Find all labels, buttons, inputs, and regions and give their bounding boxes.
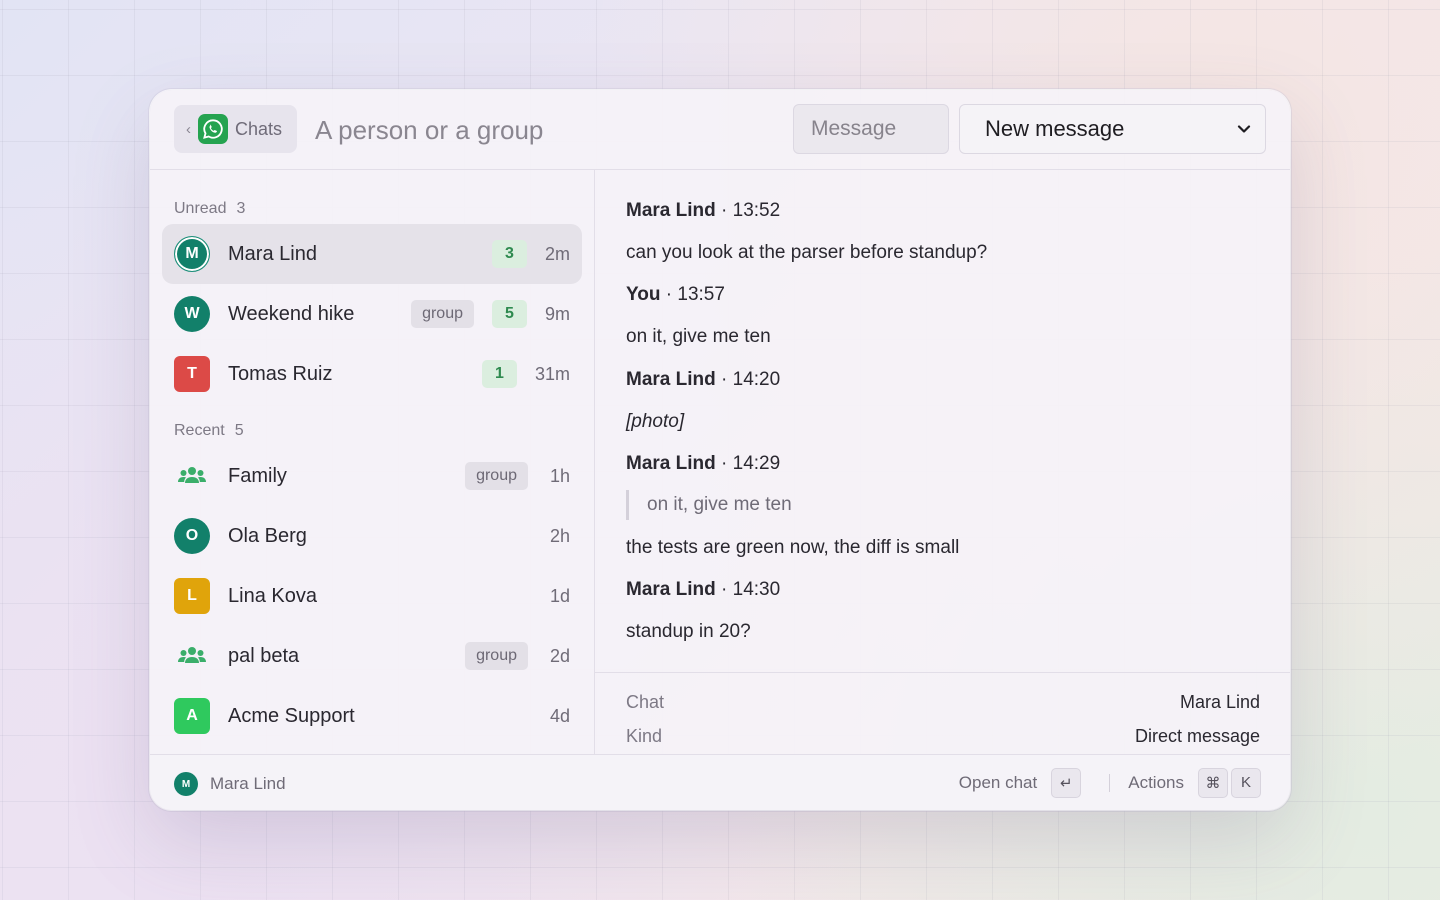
meta-row-chat: Chat Mara Lind: [626, 692, 1260, 712]
avatar: A: [174, 698, 210, 734]
chat-list: Unread 3 M Mara Lind 3 2m W Weekend hike …: [150, 170, 595, 755]
actions-button[interactable]: Actions: [1128, 773, 1184, 793]
search-input[interactable]: [315, 110, 795, 150]
back-label: Chats: [235, 118, 283, 139]
action-select-value: New message: [985, 116, 1125, 141]
message-text: on it, give me ten: [626, 326, 771, 347]
footer: M Mara Lind Open chat ↵ Actions ⌘ K: [150, 754, 1290, 810]
chat-time: 2m: [544, 243, 570, 264]
chat-time: 9m: [544, 303, 570, 324]
chat-name: Ola Berg: [228, 525, 307, 547]
message-text: can you look at the parser before standu…: [626, 242, 988, 263]
avatar: T: [174, 356, 210, 392]
command-window: ‹ Chats New message Unread3 M Mara Li: [150, 90, 1290, 810]
chat-name: Tomas Ruiz: [228, 363, 333, 385]
message-header: Mara Lind · 14:29: [626, 453, 781, 474]
chat-row-weekend-hike[interactable]: W Weekend hike group 5 9m: [162, 284, 582, 344]
k-key-icon: K: [1231, 767, 1261, 798]
chat-name: Lina Kova: [228, 585, 317, 607]
section-title-unread: Unread 3: [174, 200, 246, 217]
unread-badge: 3: [491, 240, 527, 268]
message-header: Mara Lind · 14:30: [626, 579, 781, 600]
group-tag: group: [465, 642, 528, 670]
quoted-message-text: on it, give me ten: [647, 494, 792, 515]
message-header: Mara Lind · 14:20: [626, 369, 781, 390]
conversation-preview: Mara Lind · 13:52 can you look at the pa…: [595, 170, 1290, 755]
chat-name: Weekend hike: [228, 303, 355, 325]
chat-time: 4d: [549, 705, 570, 726]
action-select[interactable]: New message: [959, 104, 1266, 154]
chat-row-family[interactable]: Family group 1h: [162, 446, 582, 506]
avatar: L: [174, 578, 210, 614]
unread-badge: 5: [491, 300, 527, 328]
chat-name: Mara Lind: [228, 243, 317, 265]
message-photo: [photo]: [626, 411, 685, 432]
chevron-down-icon: [1237, 125, 1251, 133]
chat-row-mara-lind[interactable]: M Mara Lind 3 2m: [162, 224, 582, 284]
avatar: W: [174, 296, 210, 332]
chat-row-lina-kova[interactable]: L Lina Kova 1d: [162, 566, 582, 626]
divider: [595, 672, 1290, 673]
command-key-icon: ⌘: [1198, 767, 1228, 798]
unread-badge: 1: [481, 360, 517, 388]
chat-time: 2h: [549, 525, 570, 546]
message-text: standup in 20?: [626, 621, 751, 642]
avatar: O: [174, 518, 210, 554]
chat-row-ola-berg[interactable]: O Ola Berg 2h: [162, 506, 582, 566]
message-header: You · 13:57: [626, 284, 725, 305]
divider: [1109, 773, 1111, 792]
selected-chat-name: Mara Lind: [210, 774, 286, 793]
message-header: Mara Lind · 13:52: [626, 200, 781, 221]
group-icon: [178, 467, 206, 483]
chat-name: Family: [228, 465, 287, 487]
group-icon: [178, 647, 206, 663]
chevron-left-icon: ‹: [186, 120, 191, 138]
chat-time: 31m: [534, 363, 570, 384]
section-title-recent: Recent 5: [174, 422, 244, 439]
group-tag: group: [465, 462, 528, 490]
whatsapp-icon: [198, 114, 228, 144]
chat-row-pal-beta[interactable]: pal beta group 2d: [162, 626, 582, 686]
chat-row-tomas-ruiz[interactable]: T Tomas Ruiz 1 31m: [162, 344, 582, 404]
group-tag: group: [411, 300, 474, 328]
chat-name: Acme Support: [228, 705, 355, 727]
chat-time: 1h: [549, 465, 570, 486]
header: ‹ Chats New message: [150, 90, 1290, 170]
chat-time: 2d: [549, 645, 570, 666]
chat-name: pal beta: [228, 645, 300, 667]
meta-row-kind: Kind Direct message: [626, 726, 1260, 746]
open-chat-button[interactable]: Open chat: [959, 773, 1037, 793]
message-input[interactable]: [793, 104, 949, 154]
message-text: the tests are green now, the diff is sma…: [626, 537, 960, 558]
back-button[interactable]: ‹ Chats: [174, 105, 297, 153]
chat-time: 1d: [549, 585, 570, 606]
chat-row-acme-support[interactable]: A Acme Support 4d: [162, 686, 582, 746]
avatar: M: [174, 236, 210, 272]
quoted-message: on it, give me ten: [626, 490, 792, 520]
enter-key-icon: ↵: [1051, 767, 1082, 798]
avatar: M: [174, 772, 198, 796]
